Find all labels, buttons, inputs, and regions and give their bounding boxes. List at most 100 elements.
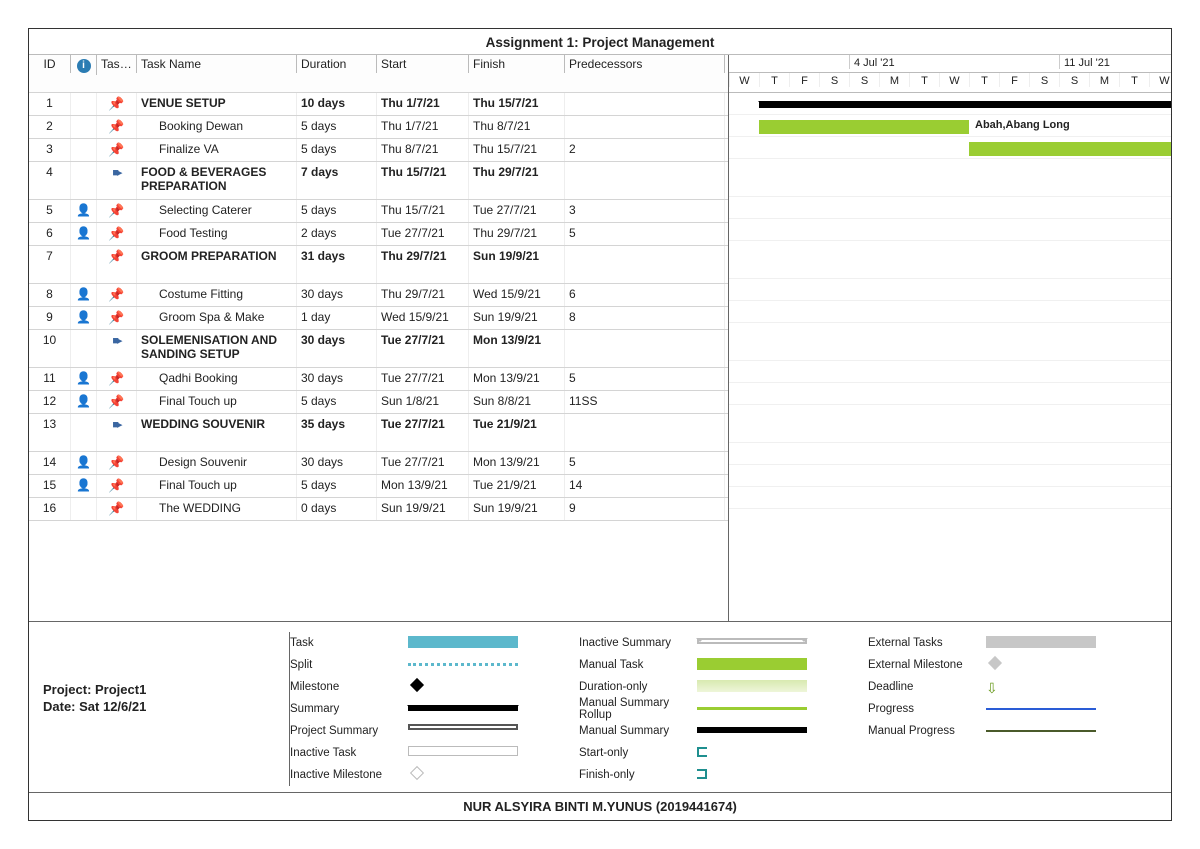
cell-name[interactable]: FOOD & BEVERAGES PREPARATION xyxy=(137,162,297,199)
cell-info[interactable] xyxy=(71,139,97,161)
cell-mode[interactable]: 📌 xyxy=(97,116,137,138)
cell-fin[interactable]: Thu 29/7/21 xyxy=(469,223,565,245)
gantt-row[interactable] xyxy=(729,487,1171,509)
gantt-row[interactable] xyxy=(729,323,1171,361)
cell-mode[interactable]: ■▸ xyxy=(97,330,137,367)
cell-id[interactable]: 5 xyxy=(29,200,71,222)
cell-id[interactable]: 14 xyxy=(29,452,71,474)
cell-info[interactable]: 👤 xyxy=(71,284,97,306)
cell-info[interactable]: 👤 xyxy=(71,223,97,245)
table-row[interactable]: 4 ■▸FOOD & BEVERAGES PREPARATION7 days Thu… xyxy=(29,162,728,200)
cell-start[interactable]: Thu 15/7/21 xyxy=(377,200,469,222)
gantt-task-bar[interactable] xyxy=(759,120,969,134)
cell-mode[interactable]: 📌 xyxy=(97,200,137,222)
cell-mode[interactable]: ■▸ xyxy=(97,162,137,199)
gantt-row[interactable] xyxy=(729,301,1171,323)
cell-id[interactable]: 10 xyxy=(29,330,71,367)
cell-info[interactable] xyxy=(71,162,97,199)
cell-pred[interactable] xyxy=(565,246,725,283)
col-dur[interactable]: Duration xyxy=(297,55,377,73)
cell-dur[interactable]: 31 days xyxy=(297,246,377,283)
table-row[interactable]: 11👤📌Qadhi Booking30 daysTue 27/7/21Mon 1… xyxy=(29,368,728,391)
cell-id[interactable]: 9 xyxy=(29,307,71,329)
cell-mode[interactable]: 📌 xyxy=(97,246,137,283)
cell-dur[interactable]: 10 days xyxy=(297,93,377,115)
cell-info[interactable] xyxy=(71,330,97,367)
cell-pred[interactable] xyxy=(565,162,725,199)
cell-name[interactable]: Groom Spa & Make xyxy=(137,307,297,329)
cell-mode[interactable]: 📌 xyxy=(97,93,137,115)
cell-info[interactable] xyxy=(71,116,97,138)
cell-pred[interactable]: 11SS xyxy=(565,391,725,413)
cell-fin[interactable]: Sun 19/9/21 xyxy=(469,246,565,283)
cell-dur[interactable]: 5 days xyxy=(297,116,377,138)
cell-dur[interactable]: 5 days xyxy=(297,391,377,413)
cell-dur[interactable]: 35 days xyxy=(297,414,377,451)
cell-pred[interactable] xyxy=(565,93,725,115)
cell-dur[interactable]: 1 day xyxy=(297,307,377,329)
cell-id[interactable]: 3 xyxy=(29,139,71,161)
cell-name[interactable]: Selecting Caterer xyxy=(137,200,297,222)
cell-pred[interactable]: 5 xyxy=(565,368,725,390)
col-pred[interactable]: Predecessors xyxy=(565,55,725,73)
cell-fin[interactable]: Sun 8/8/21 xyxy=(469,391,565,413)
col-fin[interactable]: Finish xyxy=(469,55,565,73)
cell-fin[interactable]: Thu 29/7/21 xyxy=(469,162,565,199)
table-row[interactable]: 16📌The WEDDING0 daysSun 19/9/21Sun 19/9/… xyxy=(29,498,728,521)
cell-id[interactable]: 4 xyxy=(29,162,71,199)
cell-id[interactable]: 16 xyxy=(29,498,71,520)
cell-start[interactable]: Tue 27/7/21 xyxy=(377,330,469,367)
cell-info[interactable] xyxy=(71,93,97,115)
cell-start[interactable]: Tue 27/7/21 xyxy=(377,452,469,474)
cell-dur[interactable]: 30 days xyxy=(297,284,377,306)
cell-name[interactable]: Finalize VA xyxy=(137,139,297,161)
cell-name[interactable]: Design Souvenir xyxy=(137,452,297,474)
table-row[interactable]: 13■▸WEDDING SOUVENIR35 daysTue 27/7/21Tu… xyxy=(29,414,728,452)
cell-mode[interactable]: 📌 xyxy=(97,223,137,245)
cell-info[interactable]: 👤 xyxy=(71,200,97,222)
table-row[interactable]: 8👤📌Costume Fitting30 daysThu 29/7/21Wed … xyxy=(29,284,728,307)
cell-dur[interactable]: 30 days xyxy=(297,330,377,367)
cell-pred[interactable]: 3 xyxy=(565,200,725,222)
cell-info[interactable] xyxy=(71,414,97,451)
cell-id[interactable]: 13 xyxy=(29,414,71,451)
table-row[interactable]: 7📌GROOM PREPARATION31 daysThu 29/7/21Sun… xyxy=(29,246,728,284)
cell-fin[interactable]: Thu 15/7/21 xyxy=(469,139,565,161)
cell-dur[interactable]: 7 days xyxy=(297,162,377,199)
cell-pred[interactable] xyxy=(565,330,725,367)
cell-pred[interactable]: 2 xyxy=(565,139,725,161)
cell-start[interactable]: Tue 27/7/21 xyxy=(377,414,469,451)
cell-pred[interactable]: 5 xyxy=(565,452,725,474)
cell-fin[interactable]: Mon 13/9/21 xyxy=(469,452,565,474)
cell-mode[interactable]: 📌 xyxy=(97,139,137,161)
gantt-row[interactable] xyxy=(729,361,1171,383)
cell-name[interactable]: GROOM PREPARATION xyxy=(137,246,297,283)
cell-fin[interactable]: Mon 13/9/21 xyxy=(469,368,565,390)
cell-start[interactable]: Thu 1/7/21 xyxy=(377,93,469,115)
cell-dur[interactable]: 2 days xyxy=(297,223,377,245)
cell-pred[interactable] xyxy=(565,116,725,138)
cell-mode[interactable]: 📌 xyxy=(97,498,137,520)
table-row[interactable]: 3📌Finalize VA5 daysThu 8/7/21Thu 15/7/21… xyxy=(29,139,728,162)
cell-start[interactable]: Thu 29/7/21 xyxy=(377,246,469,283)
cell-id[interactable]: 6 xyxy=(29,223,71,245)
cell-pred[interactable]: 8 xyxy=(565,307,725,329)
cell-id[interactable]: 2 xyxy=(29,116,71,138)
table-row[interactable]: 6👤📌Food Testing2 daysTue 27/7/21Thu 29/7… xyxy=(29,223,728,246)
cell-name[interactable]: The WEDDING xyxy=(137,498,297,520)
cell-pred[interactable]: 6 xyxy=(565,284,725,306)
col-id[interactable]: ID xyxy=(29,55,71,73)
grid-body[interactable]: 1📌VENUE SETUP10 daysThu 1/7/21Thu 15/7/2… xyxy=(29,93,728,521)
cell-mode[interactable]: ■▸ xyxy=(97,414,137,451)
cell-dur[interactable]: 0 days xyxy=(297,498,377,520)
cell-mode[interactable]: 📌 xyxy=(97,284,137,306)
cell-name[interactable]: Costume Fitting xyxy=(137,284,297,306)
cell-start[interactable]: Wed 15/9/21 xyxy=(377,307,469,329)
cell-pred[interactable]: 9 xyxy=(565,498,725,520)
gantt-summary-bar[interactable] xyxy=(759,101,1171,108)
cell-start[interactable]: Sun 1/8/21 xyxy=(377,391,469,413)
gantt-row[interactable] xyxy=(729,159,1171,197)
cell-info[interactable]: 👤 xyxy=(71,368,97,390)
cell-start[interactable]: Tue 27/7/21 xyxy=(377,223,469,245)
cell-mode[interactable]: 📌 xyxy=(97,307,137,329)
